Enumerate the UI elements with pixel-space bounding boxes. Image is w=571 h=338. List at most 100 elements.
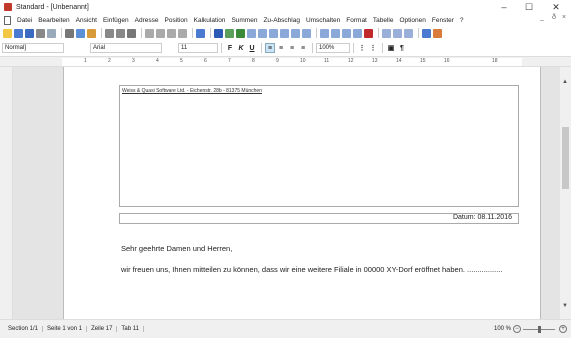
mdi-close-button[interactable]: × bbox=[562, 14, 566, 21]
document-page[interactable]: Weiss & Quasi Software Ltd. - Eichenstr.… bbox=[63, 67, 541, 319]
grid5-icon[interactable] bbox=[291, 28, 300, 38]
menu-position[interactable]: Position bbox=[162, 17, 191, 24]
calc-icon[interactable] bbox=[331, 28, 340, 38]
menu-einfuegen[interactable]: Einfügen bbox=[100, 17, 132, 24]
document-canvas: Weiss & Quasi Software Ltd. - Eichenstr.… bbox=[13, 67, 560, 319]
menu-datei[interactable]: Datei bbox=[14, 17, 35, 24]
menu-umschalten[interactable]: Umschalten bbox=[303, 17, 343, 24]
scroll-thumb[interactable] bbox=[562, 127, 569, 189]
grid6-icon[interactable] bbox=[302, 28, 311, 38]
menu-format[interactable]: Format bbox=[343, 17, 370, 24]
body-text: wir freuen uns, Ihnen mitteilen zu könne… bbox=[121, 265, 503, 274]
italic-button[interactable]: K bbox=[236, 43, 246, 53]
save-icon[interactable] bbox=[14, 28, 23, 38]
settings-icon[interactable] bbox=[433, 28, 442, 38]
arrow-down-icon[interactable] bbox=[353, 28, 362, 38]
status-bar: Section 1/1 Seite 1 von 1 Zeile 17 Tab 1… bbox=[0, 319, 571, 338]
scroll-down-icon[interactable]: ▼ bbox=[562, 303, 568, 309]
paste-icon[interactable] bbox=[87, 28, 96, 38]
ruler-mark: 15 bbox=[420, 58, 426, 64]
menu-zu-abschlag[interactable]: Zu-Abschlag bbox=[260, 17, 303, 24]
grid4-icon[interactable] bbox=[280, 28, 289, 38]
underline-button[interactable]: U bbox=[247, 43, 257, 53]
window-title: Standard - [Unbenannt] bbox=[16, 3, 89, 11]
address-frame[interactable]: Weiss & Quasi Software Ltd. - Eichenstr.… bbox=[119, 85, 519, 207]
ruler-mark: 3 bbox=[132, 58, 135, 64]
insert-image-icon[interactable] bbox=[225, 28, 234, 38]
ruler-mark: 12 bbox=[348, 58, 354, 64]
delete-icon[interactable] bbox=[364, 28, 373, 38]
minimize-button[interactable]: – bbox=[493, 0, 515, 14]
insert-table-icon[interactable] bbox=[236, 28, 245, 38]
print-preview-icon[interactable] bbox=[47, 28, 56, 38]
frame-icon[interactable]: ▣ bbox=[386, 43, 396, 53]
mdi-minimize-button[interactable]: _ bbox=[540, 14, 544, 21]
ruler-mark: 6 bbox=[204, 58, 207, 64]
maximize-button[interactable]: ☐ bbox=[518, 0, 540, 14]
spellcheck-icon[interactable] bbox=[196, 28, 205, 38]
grid2-icon[interactable] bbox=[258, 28, 267, 38]
align-center-button[interactable]: ≡ bbox=[276, 43, 286, 53]
style-value: Normal] bbox=[5, 45, 27, 51]
zoom-out-icon[interactable]: − bbox=[513, 325, 521, 333]
view2-icon[interactable] bbox=[393, 28, 402, 38]
zoom-slider-thumb[interactable] bbox=[538, 326, 541, 333]
grid3-icon[interactable] bbox=[269, 28, 278, 38]
view3-icon[interactable] bbox=[404, 28, 413, 38]
find-icon[interactable] bbox=[127, 28, 136, 38]
ruler-mark: 1 bbox=[84, 58, 87, 64]
save-as-icon[interactable] bbox=[25, 28, 34, 38]
redo-icon[interactable] bbox=[116, 28, 125, 38]
date-text: Datum: 08.11.2016 bbox=[452, 214, 512, 221]
font-color-icon[interactable] bbox=[214, 28, 223, 38]
style-select[interactable]: Normal] bbox=[2, 43, 64, 53]
view1-icon[interactable] bbox=[382, 28, 391, 38]
table-edit-icon[interactable] bbox=[342, 28, 351, 38]
menu-bearbeiten[interactable]: Bearbeiten bbox=[35, 17, 72, 24]
columns-icon[interactable] bbox=[167, 28, 176, 38]
sum-icon[interactable] bbox=[320, 28, 329, 38]
undo-icon[interactable] bbox=[105, 28, 114, 38]
justify-button[interactable]: ≡ bbox=[298, 43, 308, 53]
scroll-up-icon[interactable]: ▲ bbox=[562, 79, 568, 85]
menu-adresse[interactable]: Adresse bbox=[132, 17, 162, 24]
font-select[interactable]: Arial bbox=[90, 43, 162, 53]
menu-help[interactable]: ? bbox=[457, 17, 467, 24]
print-icon[interactable] bbox=[36, 28, 45, 38]
menu-optionen[interactable]: Optionen bbox=[396, 17, 428, 24]
size-select[interactable]: 11 bbox=[178, 43, 218, 53]
close-button[interactable]: ✕ bbox=[545, 0, 567, 14]
vertical-ruler[interactable] bbox=[0, 67, 13, 319]
menu-fenster[interactable]: Fenster bbox=[429, 17, 457, 24]
zoom-select[interactable]: 100% bbox=[316, 43, 350, 53]
separator bbox=[378, 28, 379, 38]
indent-icon[interactable] bbox=[145, 28, 154, 38]
menu-kalkulation[interactable]: Kalkulation bbox=[191, 17, 229, 24]
database-icon[interactable] bbox=[422, 28, 431, 38]
pilcrow-icon[interactable]: ¶ bbox=[397, 43, 407, 53]
mdi-restore-button[interactable]: ð bbox=[552, 14, 556, 21]
menu-ansicht[interactable]: Ansicht bbox=[73, 17, 100, 24]
numbered-list-icon[interactable]: ⋮ bbox=[357, 43, 367, 53]
vertical-scrollbar[interactable]: ▲ ▼ bbox=[560, 67, 571, 319]
copy-icon[interactable] bbox=[76, 28, 85, 38]
horizontal-ruler[interactable]: 1 2 3 4 5 6 7 8 9 10 11 12 13 14 15 16 1… bbox=[0, 56, 571, 67]
align-right-button[interactable]: ≡ bbox=[287, 43, 297, 53]
app-icon bbox=[4, 3, 12, 11]
ruler-mark: 9 bbox=[276, 58, 279, 64]
menu-summen[interactable]: Summen bbox=[228, 17, 260, 24]
bold-button[interactable]: F bbox=[225, 43, 235, 53]
outdent-icon[interactable] bbox=[156, 28, 165, 38]
separator bbox=[316, 28, 317, 38]
cut-icon[interactable] bbox=[65, 28, 74, 38]
open-icon[interactable] bbox=[3, 28, 12, 38]
date-frame[interactable]: Datum: 08.11.2016 bbox=[119, 213, 519, 224]
menu-tabelle[interactable]: Tabelle bbox=[370, 17, 397, 24]
bullet-list-icon[interactable]: ⋮ bbox=[368, 43, 378, 53]
ruler-mark: 7 bbox=[228, 58, 231, 64]
align-left-button[interactable]: ≡ bbox=[265, 43, 275, 53]
list-icon[interactable] bbox=[178, 28, 187, 38]
ruler-mark: 2 bbox=[108, 58, 111, 64]
zoom-in-icon[interactable]: + bbox=[559, 325, 567, 333]
grid-icon[interactable] bbox=[247, 28, 256, 38]
